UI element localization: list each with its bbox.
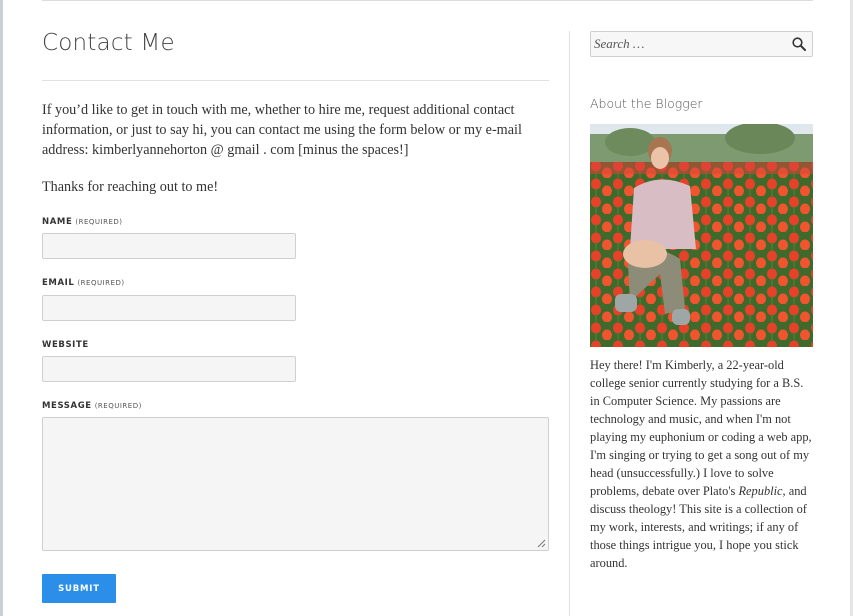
widget-title: About the Blogger [590,96,703,111]
intro-paragraph: If you’d like to get in touch with me, w… [42,102,522,158]
website-field[interactable] [42,356,296,382]
message-label-text: MESSAGE [42,401,92,411]
name-field[interactable] [42,233,296,259]
email-label: EMAIL (REQUIRED) [42,278,125,288]
left-page-border [0,0,3,616]
bio-text: Hey there! I'm Kimberly, a 22-year-old c… [590,356,813,572]
email-label-text: EMAIL [42,278,75,288]
page-title: Contact Me [42,30,175,56]
title-divider [42,80,549,81]
submit-button[interactable]: SUBMIT [42,574,116,603]
email-field[interactable] [42,295,296,321]
name-label-text: NAME [42,217,73,227]
name-label: NAME (REQUIRED) [42,217,122,227]
blogger-photo [590,124,813,347]
header-divider [42,0,813,1]
required-marker: (REQUIRED) [94,402,142,410]
search-icon[interactable] [791,36,807,52]
sidebar-divider [569,31,570,616]
required-marker: (REQUIRED) [75,218,123,226]
message-label: MESSAGE (REQUIRED) [42,401,142,411]
thanks-paragraph: Thanks for reaching out to me! [42,179,219,195]
search-input[interactable] [591,32,786,56]
bio-book-title: Republic [738,484,783,498]
bio-text-start: Hey there! I'm Kimberly, a 22-year-old c… [590,358,812,498]
website-label-text: WEBSITE [42,340,89,350]
resize-grip-icon[interactable] [537,539,546,548]
search-form [590,31,813,57]
message-field[interactable] [42,417,549,551]
website-label: WEBSITE [42,340,89,350]
required-marker: (REQUIRED) [77,279,125,287]
